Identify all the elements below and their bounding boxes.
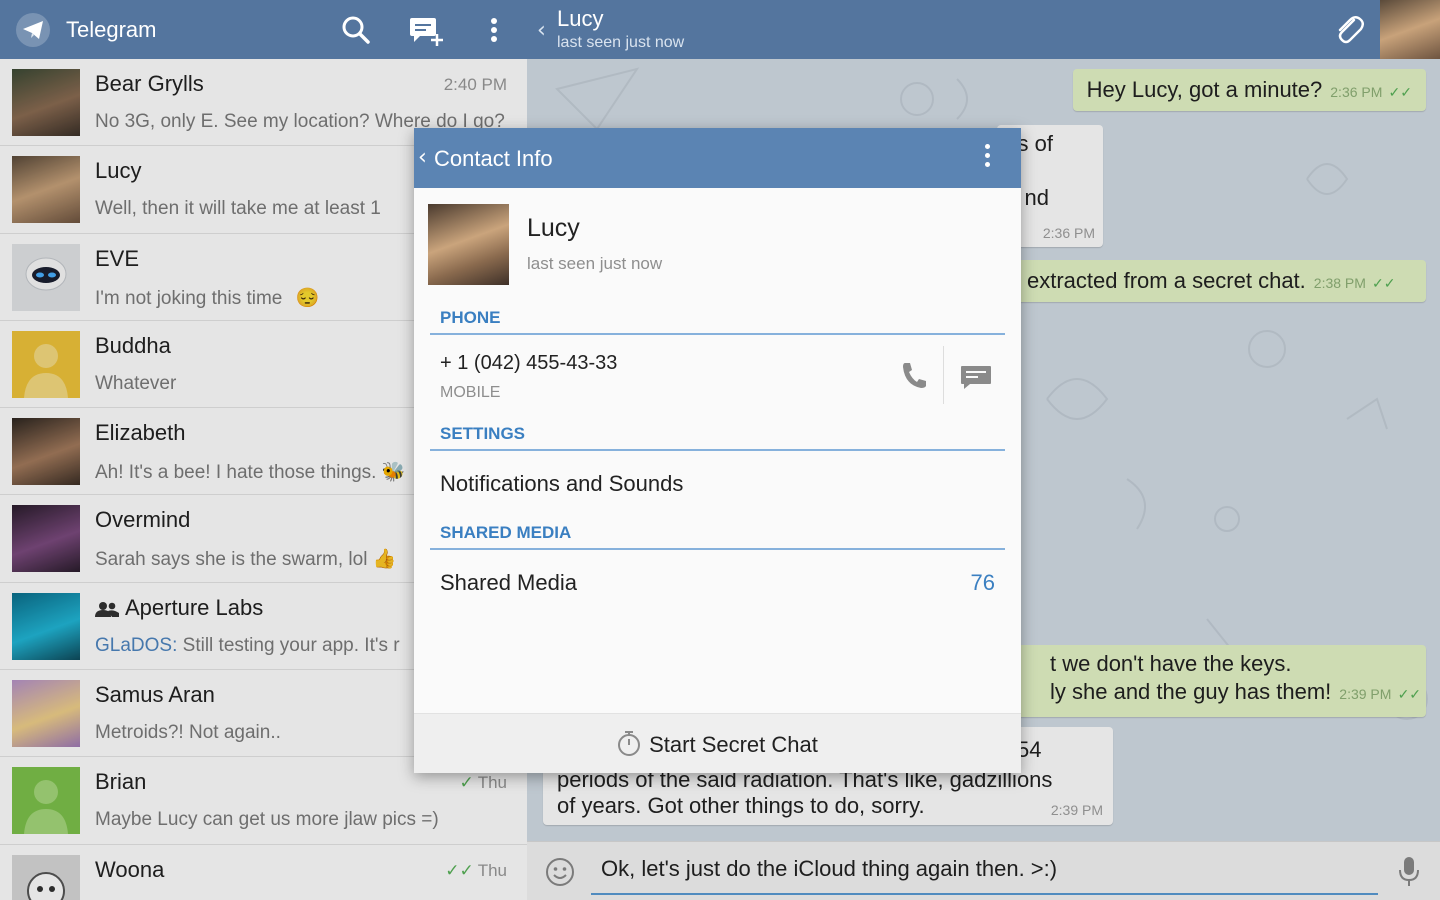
contact-status: last seen just now <box>527 254 663 273</box>
dialog-header: ‹ Contact Info <box>414 128 1021 188</box>
shared-media-item[interactable]: Shared Media <box>440 570 577 596</box>
new-message-icon[interactable] <box>408 14 443 46</box>
avatar[interactable] <box>1380 0 1440 59</box>
section-header-settings: SETTINGS <box>440 424 526 443</box>
back-chevron-icon[interactable]: ‹ <box>418 145 427 170</box>
section-divider <box>430 548 1005 550</box>
search-icon[interactable] <box>340 14 372 46</box>
dialog-title[interactable]: Contact Info <box>434 146 553 172</box>
contact-avatar[interactable] <box>428 204 509 285</box>
start-secret-chat-button[interactable]: Start Secret Chat <box>414 713 1021 773</box>
attach-icon[interactable] <box>1334 14 1364 50</box>
section-divider <box>430 449 1005 451</box>
contact-name: Lucy <box>527 214 580 242</box>
section-header-shared-media: SHARED MEDIA <box>440 523 572 542</box>
conversation-title[interactable]: Lucy <box>557 6 603 32</box>
section-divider <box>430 333 1005 335</box>
phone-number[interactable]: + 1 (042) 455-43-33 <box>440 352 617 375</box>
vertical-divider <box>943 346 944 404</box>
conversation-header: ‹ Lucy last seen just now <box>527 0 1440 59</box>
start-secret-chat-label: Start Secret Chat <box>649 732 818 757</box>
app-title: Telegram <box>66 17 157 42</box>
conversation-status: last seen just now <box>557 34 685 51</box>
app-header: Telegram <box>0 0 527 59</box>
telegram-logo-icon[interactable] <box>16 13 50 47</box>
shared-media-count: 76 <box>970 570 995 595</box>
more-vert-icon[interactable] <box>488 14 500 46</box>
call-icon[interactable] <box>901 361 927 393</box>
more-vert-icon[interactable] <box>985 144 991 171</box>
timer-icon <box>618 731 641 756</box>
section-header-phone: PHONE <box>440 308 501 327</box>
phone-type: MOBILE <box>440 384 501 401</box>
contact-info-dialog: ‹ Contact Info Lucy last seen just now P… <box>414 128 1021 773</box>
message-icon[interactable] <box>960 365 992 393</box>
back-chevron-icon[interactable]: ‹ <box>537 18 546 43</box>
notifications-and-sounds-item[interactable]: Notifications and Sounds <box>440 471 683 497</box>
